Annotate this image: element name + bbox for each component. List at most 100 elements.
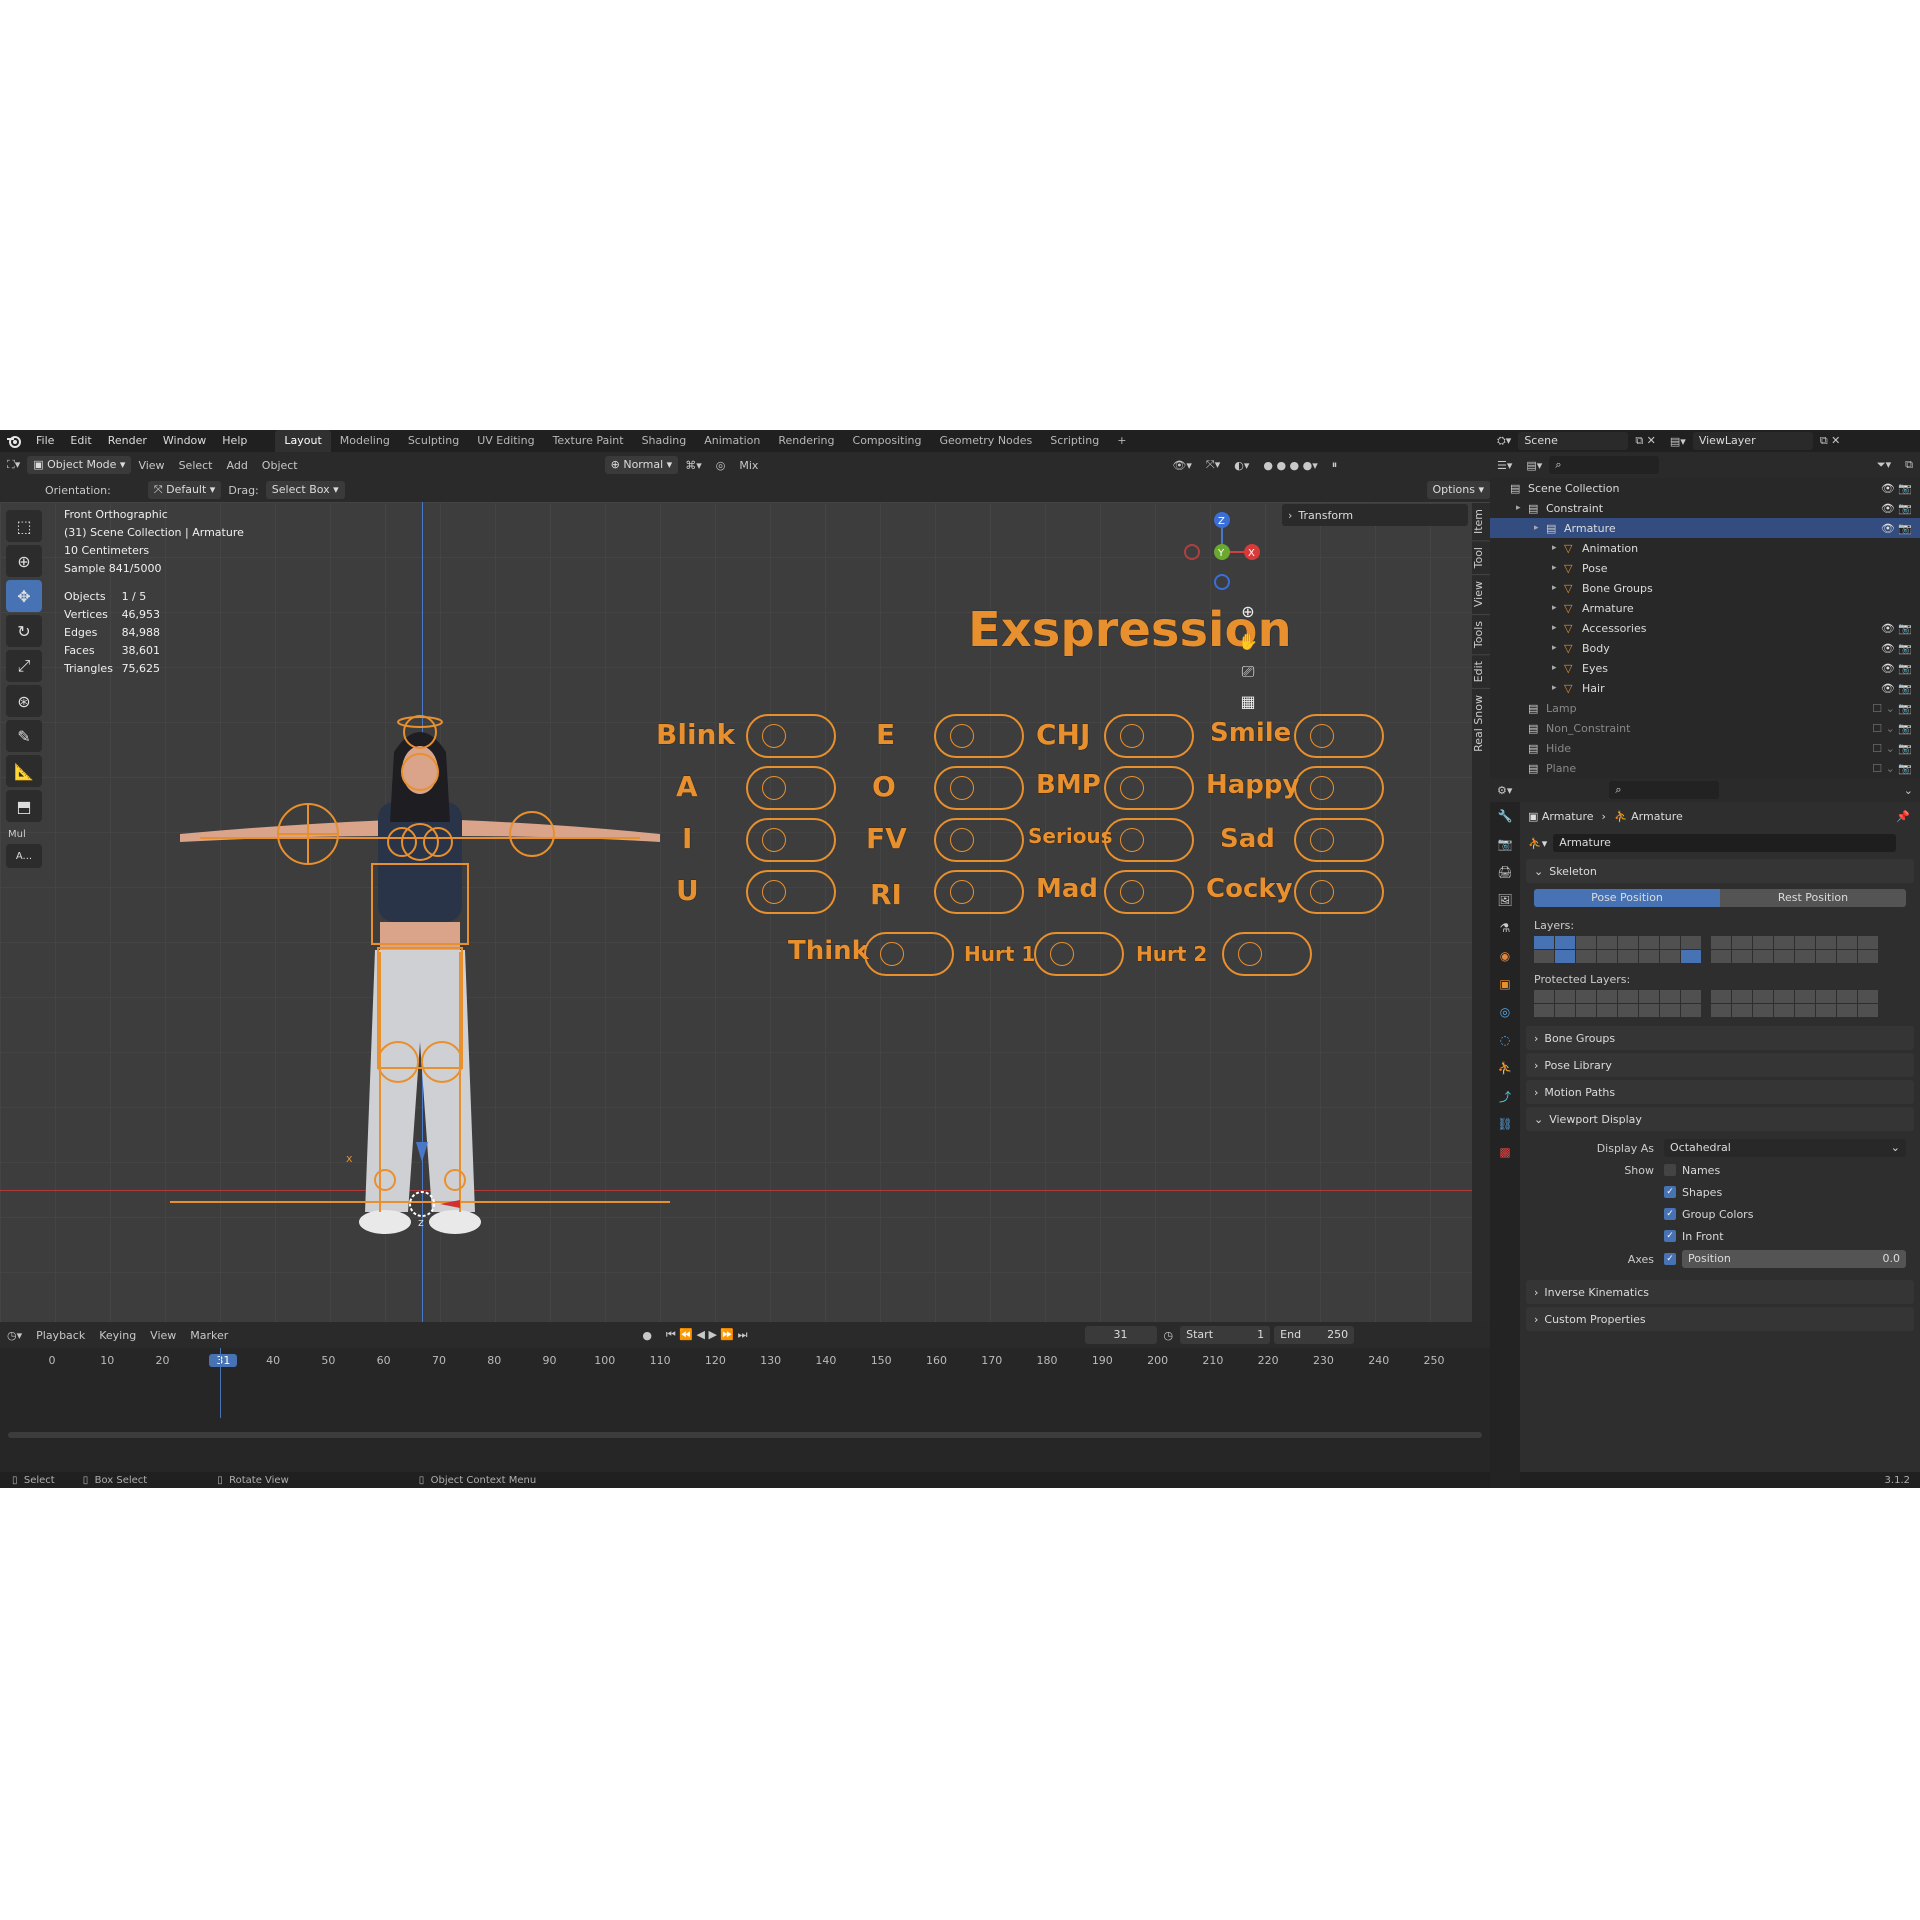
outliner-editor-icon[interactable]: ☰▾ xyxy=(1490,459,1519,472)
cursor-icon[interactable]: ⊕ xyxy=(6,545,42,577)
expr-slider-bmp[interactable] xyxy=(1104,766,1194,810)
viewlayer-icon[interactable]: ▤▾ xyxy=(1663,435,1693,448)
editor-type-icon[interactable]: ⛶▾ xyxy=(0,458,27,472)
expand-arrow-icon[interactable]: ▸ xyxy=(1552,603,1564,613)
pin-icon[interactable]: 📌 xyxy=(1896,810,1920,823)
menu-help[interactable]: Help xyxy=(214,430,255,452)
breadcrumb-data[interactable]: Armature xyxy=(1631,810,1683,823)
visibility-toggle-icon[interactable]: ☐ ⌄ 📷 xyxy=(1872,742,1912,755)
tool-extra-a[interactable]: A... xyxy=(6,844,42,868)
move-icon[interactable]: ✥ xyxy=(6,580,42,612)
expand-arrow-icon[interactable]: ▸ xyxy=(1552,683,1564,693)
scene-icon[interactable]: ⛭▾ xyxy=(1490,434,1518,448)
scale-icon[interactable]: ⤢ xyxy=(6,650,42,682)
playhead-line[interactable] xyxy=(220,1348,221,1418)
expand-arrow-icon[interactable]: ▸ xyxy=(1552,623,1564,633)
outliner-row[interactable]: ▤ Hide ☐ ⌄ 📷 xyxy=(1490,738,1920,758)
display-as-select[interactable]: Octahedral ⌄ xyxy=(1664,1139,1906,1157)
menu-select[interactable]: Select xyxy=(172,459,220,472)
tab-scripting[interactable]: Scripting xyxy=(1041,430,1108,452)
outliner-row[interactable]: ▸ ▽ Hair 👁 📷 xyxy=(1490,678,1920,698)
expand-arrow-icon[interactable]: ▸ xyxy=(1552,563,1564,573)
visibility-toggle-icon[interactable]: 👁 📷 xyxy=(1881,662,1912,675)
timeline-body[interactable]: 0 10 20 31 40 50 60 70 80 90 100 110 120 130 140 150 160… xyxy=(0,1348,1490,1472)
armature-data-icon[interactable]: ⛹▾ xyxy=(1528,837,1547,850)
motion-paths-panel-header[interactable]: › Motion Paths xyxy=(1526,1080,1914,1104)
custom-properties-panel-header[interactable]: › Custom Properties xyxy=(1526,1307,1914,1331)
outliner-row[interactable]: ▤ Scene Collection 👁 📷 xyxy=(1490,478,1920,498)
proportional-icon[interactable]: ◎ xyxy=(709,459,733,472)
outliner-row[interactable]: ▸ ▽ Pose xyxy=(1490,558,1920,578)
mode-select[interactable]: ▣ Object Mode ▾ xyxy=(27,456,132,474)
tab-edit[interactable]: Edit xyxy=(1472,653,1490,688)
pan-hand-icon[interactable]: ✋ xyxy=(1236,632,1260,662)
protected-layers-grid[interactable] xyxy=(1534,990,1906,1017)
outliner-row[interactable]: ▸ ▤ Armature 👁 📷 xyxy=(1490,518,1920,538)
clock-icon[interactable]: ◷ xyxy=(1157,1329,1181,1342)
names-checkbox[interactable] xyxy=(1664,1164,1676,1176)
expr-slider-hurt1[interactable] xyxy=(1034,932,1124,976)
expr-slider-o[interactable] xyxy=(934,766,1024,810)
tool-extra-mul[interactable]: Mul xyxy=(6,825,42,844)
menu-add[interactable]: Add xyxy=(220,459,255,472)
measure-icon[interactable]: 📐 xyxy=(6,755,42,787)
mix-label[interactable]: Mix xyxy=(732,459,765,472)
expand-arrow-icon[interactable]: ▸ xyxy=(1552,663,1564,673)
orientation-select[interactable]: ⤧ Default ▾ xyxy=(147,481,222,499)
output-tab-icon[interactable]: 🖨 xyxy=(1490,858,1520,886)
outliner-row[interactable]: ▤ Non_Constraint ☐ ⌄ 📷 xyxy=(1490,718,1920,738)
protected-buttons-b[interactable] xyxy=(1711,990,1878,1017)
transform-panel-header[interactable]: › Transform xyxy=(1282,504,1468,526)
menu-playback[interactable]: Playback xyxy=(29,1329,92,1342)
outliner-row[interactable]: ▤ Lamp ☐ ⌄ 📷 xyxy=(1490,698,1920,718)
render-tab-icon[interactable]: 📷 xyxy=(1490,830,1520,858)
menu-keying[interactable]: Keying xyxy=(92,1329,143,1342)
character-armature[interactable] xyxy=(170,712,670,1272)
visibility-toggle-icon[interactable]: ☐ ⌄ 📷 xyxy=(1872,762,1912,775)
scene-field[interactable]: Scene xyxy=(1518,432,1629,450)
visibility-toggle-icon[interactable]: 👁 📷 xyxy=(1881,642,1912,655)
menu-marker[interactable]: Marker xyxy=(183,1329,235,1342)
display-mode-icon[interactable]: ▤▾ xyxy=(1519,459,1549,472)
expand-arrow-icon[interactable]: ▸ xyxy=(1516,503,1528,513)
tab-shading[interactable]: Shading xyxy=(633,430,696,452)
expr-slider-a[interactable] xyxy=(746,766,836,810)
3d-viewport[interactable]: Front Orthographic (31) Scene Collection… xyxy=(0,502,1472,1322)
select-box-icon[interactable]: ⬚ xyxy=(6,510,42,542)
tab-rendering[interactable]: Rendering xyxy=(769,430,843,452)
tab-geometry-nodes[interactable]: Geometry Nodes xyxy=(930,430,1041,452)
expr-slider-fv[interactable] xyxy=(934,818,1024,862)
viewlayer-copy-icon[interactable]: ⧉ ✕ xyxy=(1813,434,1848,448)
drag-select[interactable]: Select Box ▾ xyxy=(265,481,345,499)
timeline-editor-icon[interactable]: ◷▾ xyxy=(0,1329,29,1342)
tab-compositing[interactable]: Compositing xyxy=(844,430,931,452)
expr-slider-happy[interactable] xyxy=(1294,766,1384,810)
camera-icon[interactable]: ⎚ xyxy=(1236,662,1260,692)
shading-solid-icon[interactable]: ● ● ● ●▾ xyxy=(1256,459,1324,472)
end-frame-field[interactable]: End 250 xyxy=(1274,1326,1355,1344)
expr-slider-blink[interactable] xyxy=(746,714,836,758)
visibility-toggle-icon[interactable]: ☐ ⌄ 📷 xyxy=(1872,702,1912,715)
zoom-icon[interactable]: ⊕ xyxy=(1236,602,1260,632)
playback-controls[interactable]: ⏮ ⏪ ◀ ▶ ⏩ ⏭ xyxy=(659,1328,755,1342)
transform-orientation-select[interactable]: ⊕ Normal ▾ xyxy=(604,456,679,474)
expr-slider-smile[interactable] xyxy=(1294,714,1384,758)
layer-buttons-b[interactable] xyxy=(1711,936,1878,963)
transform-icon[interactable]: ⊛ xyxy=(6,685,42,717)
overlay-icon[interactable]: ◐▾ xyxy=(1227,459,1256,472)
axes-position-field[interactable]: Position 0.0 xyxy=(1682,1250,1906,1268)
in-front-checkbox[interactable]: ✓ xyxy=(1664,1230,1676,1242)
expr-slider-chj[interactable] xyxy=(1104,714,1194,758)
outliner-row[interactable]: ▤ Plane ☐ ⌄ 📷 xyxy=(1490,758,1920,778)
annotate-icon[interactable]: ✎ xyxy=(6,720,42,752)
add-workspace-button[interactable]: + xyxy=(1108,430,1135,452)
inverse-kinematics-panel-header[interactable]: › Inverse Kinematics xyxy=(1526,1280,1914,1304)
menu-object[interactable]: Object xyxy=(255,459,305,472)
visibility-toggle-icon[interactable]: 👁 📷 xyxy=(1881,482,1912,495)
scene-tab-icon[interactable]: ⚗ xyxy=(1490,914,1520,942)
layers-grid[interactable] xyxy=(1534,936,1906,963)
tab-uv-editing[interactable]: UV Editing xyxy=(468,430,543,452)
tab-tools[interactable]: Tools xyxy=(1472,613,1490,654)
visibility-toggle-icon[interactable]: 👁 📷 xyxy=(1881,622,1912,635)
protected-buttons-a[interactable] xyxy=(1534,990,1701,1017)
